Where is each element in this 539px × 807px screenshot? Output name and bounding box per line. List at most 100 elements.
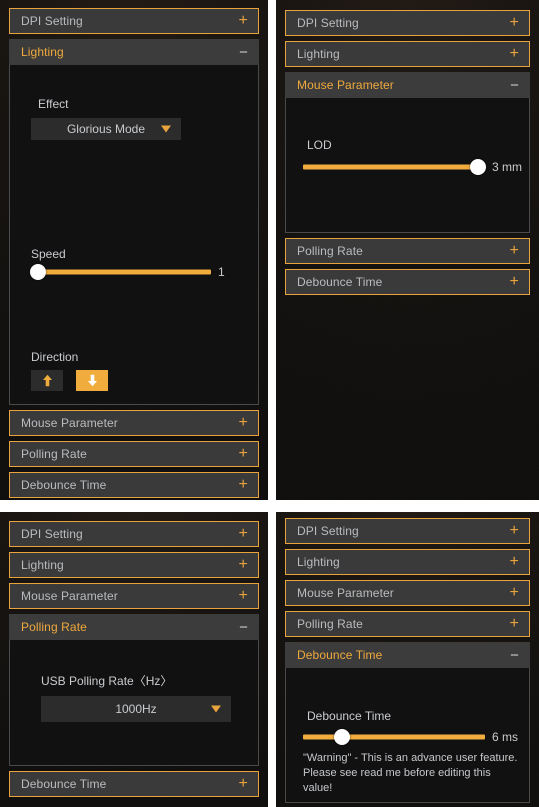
debounce-slider-track bbox=[303, 734, 485, 740]
plus-icon: + bbox=[509, 615, 519, 632]
panel-lighting: DPI Setting + Lighting − Effect Glorious… bbox=[0, 0, 268, 500]
accordion-header-polling-rate[interactable]: Polling Rate − bbox=[9, 614, 259, 640]
accordion-header-lighting[interactable]: Lighting + bbox=[9, 552, 259, 578]
lod-label: LOD bbox=[307, 138, 332, 152]
accordion-header-mouse-parameter[interactable]: Mouse Parameter + bbox=[285, 580, 530, 606]
accordion-label: Lighting bbox=[21, 45, 64, 59]
accordion-list-mouse-parameter: DPI Setting + Lighting + Mouse Parameter… bbox=[276, 0, 539, 295]
lod-slider-track bbox=[303, 164, 485, 170]
direction-down-button[interactable] bbox=[76, 370, 108, 391]
usb-polling-rate-label: USB Polling Rate〈Hz〉 bbox=[41, 674, 173, 688]
usb-polling-rate-dropdown[interactable]: 1000Hz bbox=[41, 696, 231, 722]
down-arrow-icon bbox=[87, 374, 97, 387]
accordion-header-mouse-parameter[interactable]: Mouse Parameter + bbox=[9, 583, 259, 609]
plus-icon: + bbox=[509, 242, 519, 259]
speed-slider-track bbox=[31, 269, 211, 275]
accordion-header-debounce-time[interactable]: Debounce Time − bbox=[285, 642, 530, 668]
mouse-parameter-content: LOD 3 mm bbox=[285, 98, 530, 233]
accordion-label: Polling Rate bbox=[297, 617, 363, 631]
direction-up-button[interactable] bbox=[31, 370, 63, 391]
speed-slider-knob[interactable] bbox=[30, 264, 46, 280]
accordion-list-polling-rate: DPI Setting + Lighting + Mouse Parameter… bbox=[0, 512, 268, 797]
plus-icon: + bbox=[238, 525, 248, 542]
effect-dropdown-value: Glorious Mode bbox=[66, 122, 146, 136]
chevron-down-icon bbox=[211, 705, 221, 713]
polling-rate-content: USB Polling Rate〈Hz〉 1000Hz bbox=[9, 640, 259, 766]
accordion-header-mouse-parameter[interactable]: Mouse Parameter + bbox=[9, 410, 259, 436]
chevron-down-icon bbox=[161, 125, 171, 133]
debounce-warning-text: "Warning" - This is an advance user feat… bbox=[303, 752, 518, 794]
lod-slider[interactable] bbox=[303, 159, 486, 175]
accordion-label: Lighting bbox=[21, 558, 64, 572]
app-root: DPI Setting + Lighting − Effect Glorious… bbox=[0, 0, 539, 807]
accordion-label: Debounce Time bbox=[21, 478, 107, 492]
accordion-label: Mouse Parameter bbox=[21, 589, 118, 603]
accordion-list-lighting: DPI Setting + Lighting − Effect Glorious… bbox=[0, 0, 268, 498]
accordion-label: Debounce Time bbox=[297, 648, 383, 662]
panel-polling-rate: DPI Setting + Lighting + Mouse Parameter… bbox=[0, 512, 268, 807]
accordion-label: DPI Setting bbox=[297, 524, 359, 538]
plus-icon: + bbox=[238, 414, 248, 431]
accordion-header-dpi-setting[interactable]: DPI Setting + bbox=[285, 518, 530, 544]
accordion-header-lighting[interactable]: Lighting + bbox=[285, 41, 530, 67]
plus-icon: + bbox=[509, 45, 519, 62]
panel-debounce-time: DPI Setting + Lighting + Mouse Parameter… bbox=[276, 512, 539, 807]
plus-icon: + bbox=[238, 445, 248, 462]
debounce-time-content: Debounce Time 6 ms "Warning" - This is a… bbox=[285, 668, 530, 803]
effect-dropdown[interactable]: Glorious Mode bbox=[31, 118, 181, 140]
minus-icon: − bbox=[510, 646, 519, 664]
accordion-header-dpi-setting[interactable]: DPI Setting + bbox=[285, 10, 530, 36]
accordion-header-dpi-setting[interactable]: DPI Setting + bbox=[9, 521, 259, 547]
debounce-slider-knob[interactable] bbox=[334, 729, 350, 745]
accordion-label: DPI Setting bbox=[21, 527, 83, 541]
effect-label: Effect bbox=[38, 97, 69, 111]
plus-icon: + bbox=[238, 556, 248, 573]
accordion-header-lighting[interactable]: Lighting + bbox=[285, 549, 530, 575]
accordion-header-debounce-time[interactable]: Debounce Time + bbox=[9, 771, 259, 797]
debounce-time-label: Debounce Time bbox=[307, 709, 392, 723]
speed-label: Speed bbox=[31, 247, 66, 261]
accordion-header-polling-rate[interactable]: Polling Rate + bbox=[285, 238, 530, 264]
speed-slider-row: 1 bbox=[30, 264, 225, 280]
minus-icon: − bbox=[239, 43, 248, 61]
accordion-label: DPI Setting bbox=[297, 16, 359, 30]
minus-icon: − bbox=[510, 76, 519, 94]
direction-toggle-group bbox=[31, 370, 108, 391]
debounce-slider[interactable] bbox=[303, 729, 485, 745]
plus-icon: + bbox=[238, 775, 248, 792]
debounce-slider-value: 6 ms bbox=[492, 730, 519, 744]
accordion-label: Debounce Time bbox=[21, 777, 107, 791]
accordion-label: Mouse Parameter bbox=[297, 78, 394, 92]
lod-slider-value: 3 mm bbox=[492, 160, 522, 174]
accordion-header-debounce-time[interactable]: Debounce Time + bbox=[285, 269, 530, 295]
plus-icon: + bbox=[509, 273, 519, 290]
speed-slider[interactable] bbox=[30, 264, 211, 280]
usb-polling-rate-value: 1000Hz bbox=[115, 702, 157, 716]
debounce-slider-row: 6 ms bbox=[303, 729, 518, 745]
plus-icon: + bbox=[509, 522, 519, 539]
plus-icon: + bbox=[509, 584, 519, 601]
accordion-header-lighting[interactable]: Lighting − bbox=[9, 39, 259, 65]
accordion-header-polling-rate[interactable]: Polling Rate + bbox=[285, 611, 530, 637]
accordion-label: Lighting bbox=[297, 555, 340, 569]
accordion-header-mouse-parameter[interactable]: Mouse Parameter − bbox=[285, 72, 530, 98]
accordion-label: Polling Rate bbox=[21, 447, 87, 461]
accordion-header-debounce-time[interactable]: Debounce Time + bbox=[9, 472, 259, 498]
accordion-label: Lighting bbox=[297, 47, 340, 61]
accordion-header-polling-rate[interactable]: Polling Rate + bbox=[9, 441, 259, 467]
plus-icon: + bbox=[238, 476, 248, 493]
speed-slider-value: 1 bbox=[218, 265, 225, 279]
panel-mouse-parameter: DPI Setting + Lighting + Mouse Parameter… bbox=[276, 0, 539, 500]
plus-icon: + bbox=[509, 553, 519, 570]
lod-slider-row: 3 mm bbox=[303, 159, 522, 175]
plus-icon: + bbox=[509, 14, 519, 31]
accordion-label: Polling Rate bbox=[297, 244, 363, 258]
accordion-list-debounce-time: DPI Setting + Lighting + Mouse Parameter… bbox=[276, 512, 539, 803]
lighting-content: Effect Glorious Mode Speed 1 Direction bbox=[9, 65, 259, 405]
accordion-label: Mouse Parameter bbox=[297, 586, 394, 600]
accordion-header-dpi-setting[interactable]: DPI Setting + bbox=[9, 8, 259, 34]
lod-slider-knob[interactable] bbox=[470, 159, 486, 175]
plus-icon: + bbox=[238, 587, 248, 604]
up-arrow-icon bbox=[42, 374, 52, 387]
minus-icon: − bbox=[239, 618, 248, 636]
